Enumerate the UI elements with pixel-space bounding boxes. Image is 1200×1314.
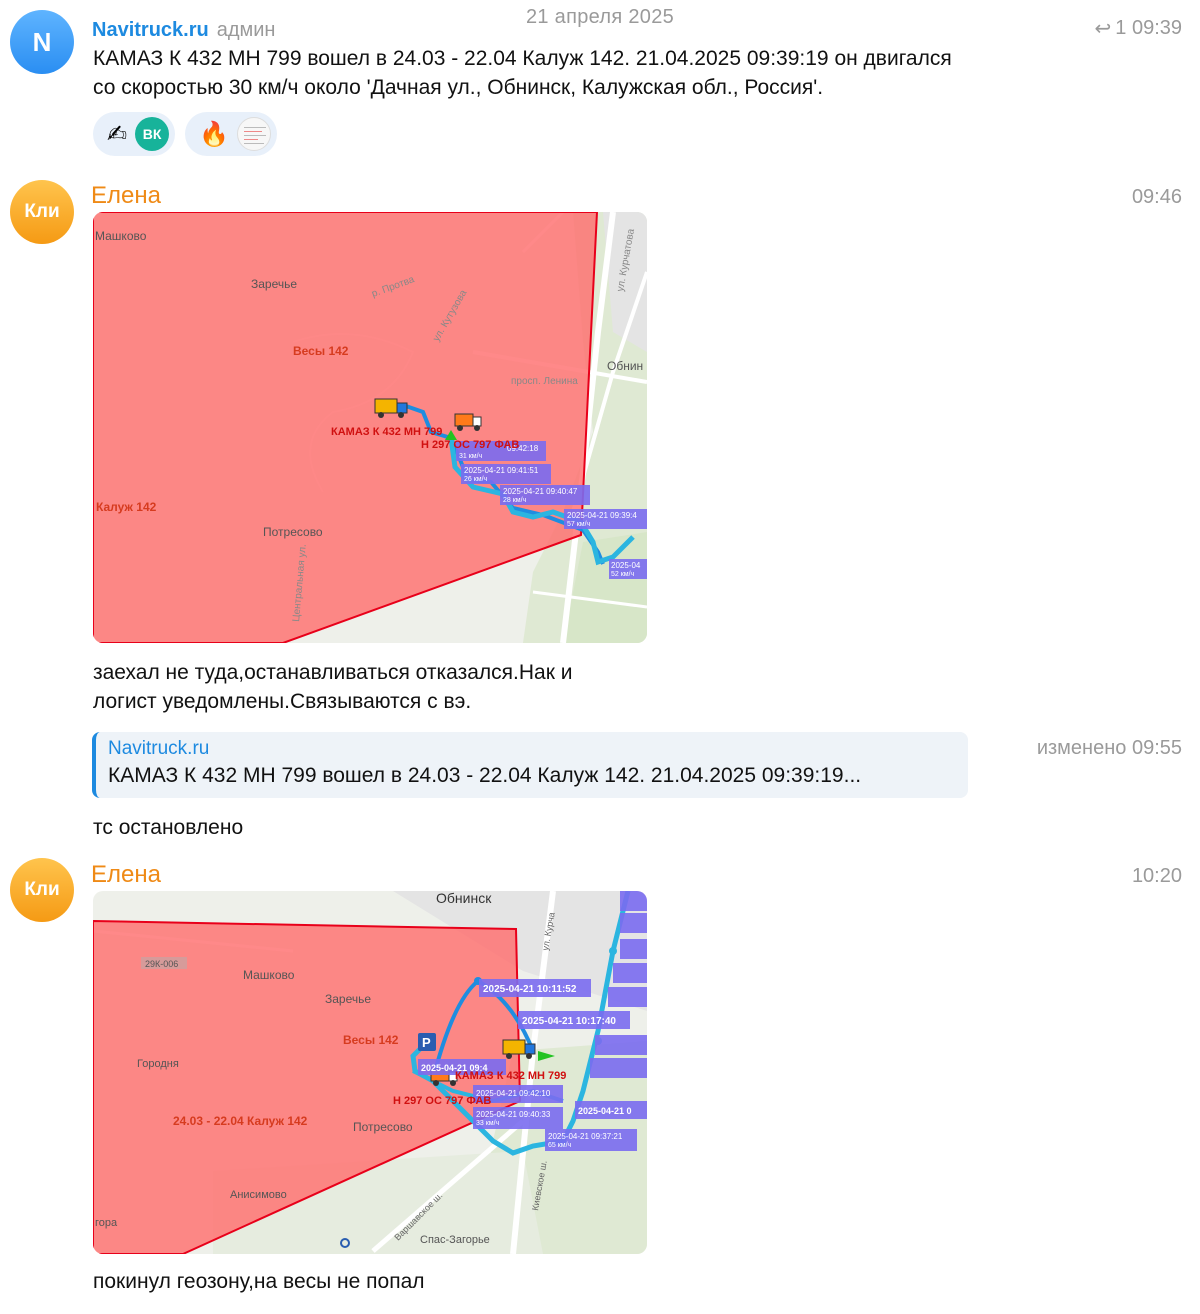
- place-label: Машково: [95, 229, 147, 243]
- track-label-speed: 57 км/ч: [567, 521, 591, 528]
- track-label-time: 2025-04-21 0: [578, 1106, 632, 1116]
- message-time: 10:20: [1131, 865, 1182, 887]
- track-label-time: 2025-04-21 09:39:4: [567, 511, 637, 520]
- place-label: Заречье: [325, 992, 371, 1006]
- place-label: просп. Ленина: [511, 376, 578, 387]
- message-sender: Елена: [91, 182, 161, 210]
- message-text: тс остановлено: [93, 816, 244, 839]
- svg-text:P: P: [422, 1035, 431, 1050]
- zone-label: 24.03 - 22.04 Калуж 142: [173, 1114, 308, 1128]
- message-text-line: КАМАЗ К 432 МН 799 вошел в 24.03 - 22.04…: [93, 47, 952, 70]
- message-time: ↩ 1 09:39: [1095, 16, 1183, 41]
- track-label-speed: 33 км/ч: [476, 1120, 500, 1127]
- place-label: Заречье: [251, 277, 297, 291]
- track-label-speed: 52 км/ч: [611, 571, 635, 578]
- place-label: Обнин: [607, 359, 643, 373]
- message-text: заехал не туда,останавливаться отказался…: [93, 658, 572, 716]
- place-label: Потресово: [353, 1120, 413, 1134]
- track-label-time: 2025-04-21 10:11:52: [483, 984, 577, 995]
- track-label-time: 2025-04-21 10:17:40: [522, 1016, 616, 1027]
- message-time-text: 1 09:39: [1115, 17, 1182, 39]
- place-label: Машково: [243, 968, 295, 982]
- quote-sender: Navitruck.ru: [108, 738, 210, 759]
- reply-icon[interactable]: ↩: [1095, 16, 1112, 41]
- track-label-time: 2025-04: [611, 561, 641, 570]
- vehicle-label: КАМАЗ К 432 МН 799: [331, 426, 442, 438]
- track-label-time: 2025-04-21 09:41:51: [464, 466, 539, 475]
- track-label-speed: 28 км/ч: [503, 497, 527, 504]
- vehicle-label: КАМАЗ К 432 МН 799: [455, 1070, 566, 1082]
- zone-label: Калуж 142: [96, 500, 157, 514]
- avatar[interactable]: Кли: [10, 858, 74, 922]
- message-text-line: со скоростью 30 км/ч около 'Дачная ул., …: [93, 76, 824, 99]
- sender-name[interactable]: Navitruck.ru: [92, 19, 209, 41]
- road-badge: 29К-006: [145, 959, 178, 969]
- message-text: покинул геозону,на весы не попал: [93, 1270, 425, 1293]
- map-image[interactable]: P 2025-04-21 10:11:52 2025-04-21 10:17:4…: [93, 891, 647, 1254]
- avatar[interactable]: Кли: [10, 180, 74, 244]
- zone-label: Весы 142: [293, 344, 349, 358]
- map-svg: 09:42:18 31 км/ч 2025-04-21 09:41:51 26 …: [93, 212, 647, 643]
- message-text-line: логист уведомлены.Связываются с вэ.: [93, 690, 472, 713]
- track-label-speed: 65 км/ч: [548, 1142, 572, 1149]
- reaction-fire[interactable]: 🔥: [185, 112, 277, 156]
- track-label-time: 2025-04-21 09:37:21: [548, 1132, 623, 1141]
- place-label: Спас-Загорье: [420, 1234, 490, 1246]
- reaction-writing[interactable]: ✍ ВК: [93, 112, 176, 156]
- map-svg: P 2025-04-21 10:11:52 2025-04-21 10:17:4…: [93, 891, 647, 1254]
- vehicle-label: Н 297 ОС 797 ФАВ: [421, 439, 519, 451]
- avatar-letter: Кли: [24, 879, 60, 900]
- place-label: Городня: [137, 1058, 179, 1070]
- avatar[interactable]: N: [10, 10, 74, 74]
- sender-name[interactable]: Елена: [91, 182, 161, 209]
- track-label-speed: 31 км/ч: [459, 453, 483, 460]
- message-text: КАМАЗ К 432 МН 799 вошел в 24.03 - 22.04…: [93, 44, 952, 102]
- place-label: Потресово: [263, 525, 323, 539]
- sender-name[interactable]: Елена: [91, 861, 161, 888]
- message-time: изменено 09:55: [1036, 737, 1182, 759]
- track-label-time: 2025-04-21 09:40:33: [476, 1110, 551, 1119]
- reply-quote[interactable]: Navitruck.ru КАМАЗ К 432 МН 799 вошел в …: [92, 732, 968, 798]
- zone-label: Весы 142: [343, 1033, 399, 1047]
- message-sender: Navitruck.ru админ: [92, 16, 275, 42]
- vehicle-label: Н 297 ОС 797 ФАВ: [393, 1095, 491, 1107]
- sender-role: админ: [216, 19, 276, 41]
- message-text-line: заехал не туда,останавливаться отказался…: [93, 661, 573, 684]
- avatar-letter: N: [32, 26, 52, 57]
- place-label: Обнинск: [436, 891, 492, 906]
- message-time: 09:46: [1131, 186, 1182, 208]
- track-label-time: 2025-04-21 09:40:47: [503, 487, 578, 496]
- place-label: гора: [95, 1217, 118, 1229]
- writing-hand-icon: ✍: [107, 120, 128, 148]
- fire-icon: 🔥: [199, 120, 229, 148]
- message-sender: Елена: [91, 861, 161, 889]
- reactor-avatar: [237, 117, 271, 151]
- reactions: ✍ ВК 🔥: [93, 112, 277, 156]
- place-label: Анисимово: [230, 1189, 287, 1201]
- map-image[interactable]: 09:42:18 31 км/ч 2025-04-21 09:41:51 26 …: [93, 212, 647, 643]
- reactor-avatar: ВК: [135, 117, 170, 151]
- track-label-speed: 26 км/ч: [464, 476, 488, 483]
- quote-text: КАМАЗ К 432 МН 799 вошел в 24.03 - 22.04…: [108, 764, 862, 787]
- avatar-letter: Кли: [24, 201, 60, 222]
